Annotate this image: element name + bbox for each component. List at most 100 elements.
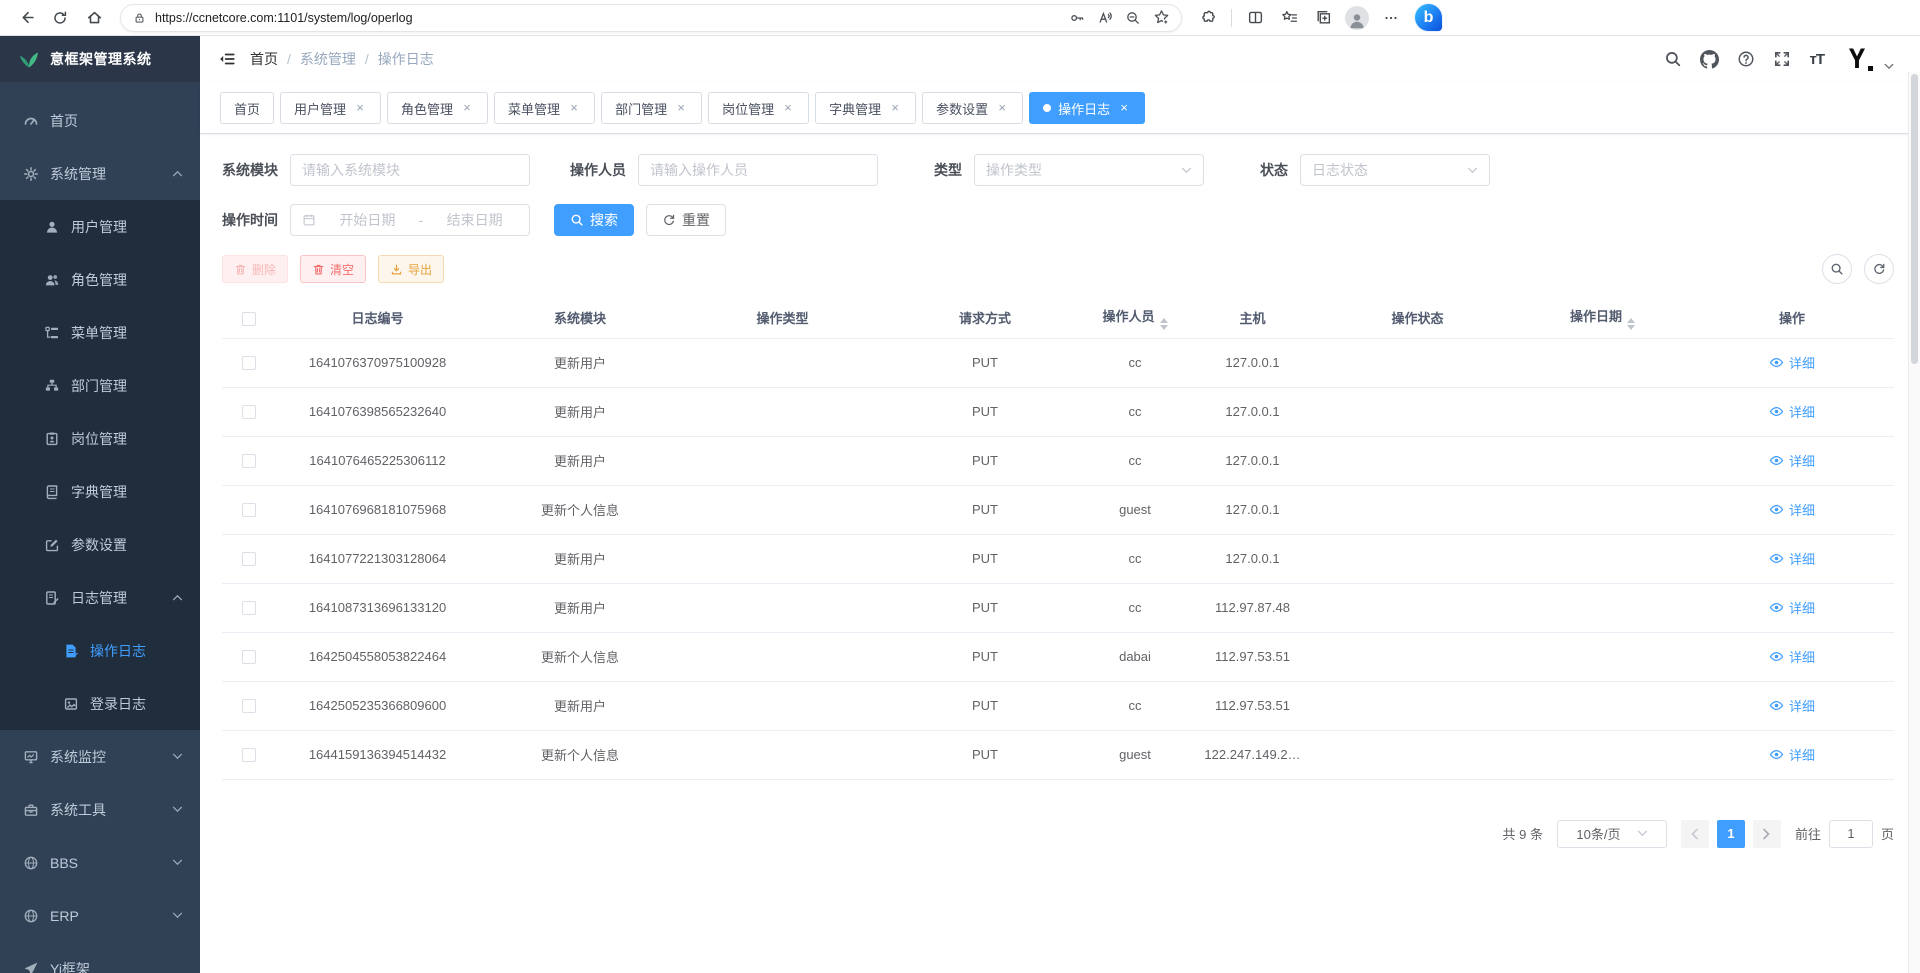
- next-page-button[interactable]: [1753, 820, 1781, 848]
- tab-7[interactable]: 参数设置×: [922, 92, 1023, 124]
- tab-1[interactable]: 用户管理×: [280, 92, 381, 124]
- export-button[interactable]: 导出: [378, 255, 444, 283]
- sidebar-item-erp[interactable]: ERP: [0, 889, 200, 942]
- sidebar-item-oper-log[interactable]: 操作日志: [0, 624, 200, 677]
- tab-0[interactable]: 首页: [220, 92, 274, 124]
- password-key-icon[interactable]: [1063, 6, 1091, 30]
- row-checkbox[interactable]: [242, 601, 256, 615]
- detail-link[interactable]: 详细: [1769, 402, 1815, 421]
- extensions-icon[interactable]: [1192, 4, 1224, 32]
- search-button[interactable]: 搜索: [554, 204, 634, 236]
- read-aloud-icon[interactable]: [1091, 6, 1119, 30]
- reset-button[interactable]: 重置: [646, 204, 726, 236]
- col-operator[interactable]: 操作人员: [1085, 298, 1185, 338]
- row-checkbox[interactable]: [242, 454, 256, 468]
- bing-chat-icon[interactable]: b: [1415, 4, 1442, 31]
- favorites-icon[interactable]: [1273, 4, 1305, 32]
- collections-icon[interactable]: [1307, 4, 1339, 32]
- row-checkbox[interactable]: [242, 405, 256, 419]
- close-tab-icon[interactable]: ×: [888, 101, 902, 115]
- clear-button[interactable]: 清空: [300, 255, 366, 283]
- operator-input[interactable]: 请输入操作人员: [638, 154, 878, 186]
- sidebar-item-login-log[interactable]: 登录日志: [0, 677, 200, 730]
- sort-icons[interactable]: [1627, 318, 1635, 330]
- detail-link[interactable]: 详细: [1769, 500, 1815, 519]
- goto-page-input[interactable]: [1829, 820, 1873, 848]
- row-checkbox[interactable]: [242, 503, 256, 517]
- sidebar-item-log-mgmt[interactable]: 日志管理: [0, 571, 200, 624]
- add-favorite-icon[interactable]: [1147, 6, 1175, 30]
- scrollbar-thumb[interactable]: [1911, 74, 1918, 364]
- tab-8[interactable]: 操作日志×: [1029, 92, 1145, 124]
- select-all-checkbox[interactable]: [242, 312, 256, 326]
- vertical-scrollbar[interactable]: [1908, 72, 1920, 973]
- sidebar-collapse-icon[interactable]: [218, 50, 236, 68]
- user-logo[interactable]: Y: [1842, 44, 1872, 74]
- github-icon[interactable]: [1700, 50, 1719, 69]
- sidebar-item-menu-mgmt[interactable]: 菜单管理: [0, 306, 200, 359]
- tab-5[interactable]: 岗位管理×: [708, 92, 809, 124]
- sidebar-item-param-settings[interactable]: 参数设置: [0, 518, 200, 571]
- detail-link[interactable]: 详细: [1769, 549, 1815, 568]
- date-range-picker[interactable]: 开始日期 - 结束日期: [290, 204, 530, 236]
- home-icon[interactable]: [78, 4, 110, 32]
- sidebar-item-bbs[interactable]: BBS: [0, 836, 200, 889]
- split-screen-icon[interactable]: [1239, 4, 1271, 32]
- detail-link[interactable]: 详细: [1769, 598, 1815, 617]
- sort-icons[interactable]: [1160, 318, 1168, 330]
- sidebar-item-dept-mgmt[interactable]: 部门管理: [0, 359, 200, 412]
- current-page-button[interactable]: 1: [1717, 820, 1745, 848]
- row-checkbox[interactable]: [242, 552, 256, 566]
- sidebar-item-home[interactable]: 首页: [0, 94, 200, 147]
- detail-link[interactable]: 详细: [1769, 745, 1815, 764]
- toggle-search-button[interactable]: [1822, 254, 1852, 284]
- tab-2[interactable]: 角色管理×: [387, 92, 488, 124]
- sidebar-item-dict-mgmt[interactable]: 字典管理: [0, 465, 200, 518]
- row-checkbox[interactable]: [242, 356, 256, 370]
- sidebar-item-role-mgmt[interactable]: 角色管理: [0, 253, 200, 306]
- col-date[interactable]: 操作日期: [1515, 298, 1690, 338]
- refresh-table-button[interactable]: [1864, 254, 1894, 284]
- status-select[interactable]: 日志状态: [1300, 154, 1490, 186]
- tab-4[interactable]: 部门管理×: [601, 92, 702, 124]
- close-tab-icon[interactable]: ×: [353, 101, 367, 115]
- refresh-icon[interactable]: [44, 4, 76, 32]
- sidebar-item-user-mgmt[interactable]: 用户管理: [0, 200, 200, 253]
- close-tab-icon[interactable]: ×: [674, 101, 688, 115]
- tab-3[interactable]: 菜单管理×: [494, 92, 595, 124]
- user-menu-caret-icon[interactable]: [1884, 63, 1894, 70]
- sidebar-item-system-monitor[interactable]: 系统监控: [0, 730, 200, 783]
- page-size-select[interactable]: 10条/页: [1557, 820, 1667, 848]
- profile-avatar[interactable]: [1341, 4, 1373, 32]
- close-tab-icon[interactable]: ×: [567, 101, 581, 115]
- row-checkbox[interactable]: [242, 650, 256, 664]
- close-tab-icon[interactable]: ×: [781, 101, 795, 115]
- app-logo[interactable]: 意框架管理系统: [0, 36, 200, 82]
- detail-link[interactable]: 详细: [1769, 696, 1815, 715]
- delete-button[interactable]: 删除: [222, 255, 288, 283]
- help-icon[interactable]: [1737, 50, 1755, 68]
- close-tab-icon[interactable]: ×: [1117, 101, 1131, 115]
- sidebar-item-system-tools[interactable]: 系统工具: [0, 783, 200, 836]
- row-checkbox[interactable]: [242, 699, 256, 713]
- fullscreen-icon[interactable]: [1773, 50, 1791, 68]
- row-checkbox[interactable]: [242, 748, 256, 762]
- sidebar-item-system-mgmt[interactable]: 系统管理: [0, 147, 200, 200]
- font-size-icon[interactable]: тT: [1809, 51, 1824, 68]
- module-input[interactable]: 请输入系统模块: [290, 154, 530, 186]
- breadcrumb-home[interactable]: 首页: [250, 49, 278, 69]
- back-icon[interactable]: [10, 4, 42, 32]
- type-select[interactable]: 操作类型: [974, 154, 1204, 186]
- close-tab-icon[interactable]: ×: [460, 101, 474, 115]
- sidebar-item-post-mgmt[interactable]: 岗位管理: [0, 412, 200, 465]
- close-tab-icon[interactable]: ×: [995, 101, 1009, 115]
- sidebar-item-yi-framework[interactable]: Yi框架: [0, 942, 200, 973]
- tab-6[interactable]: 字典管理×: [815, 92, 916, 124]
- detail-link[interactable]: 详细: [1769, 353, 1815, 372]
- prev-page-button[interactable]: [1681, 820, 1709, 848]
- detail-link[interactable]: 详细: [1769, 451, 1815, 470]
- search-icon[interactable]: [1664, 50, 1682, 68]
- address-bar[interactable]: https://ccnetcore.com:1101/system/log/op…: [120, 4, 1182, 32]
- more-menu-icon[interactable]: [1375, 4, 1407, 32]
- zoom-out-icon[interactable]: [1119, 6, 1147, 30]
